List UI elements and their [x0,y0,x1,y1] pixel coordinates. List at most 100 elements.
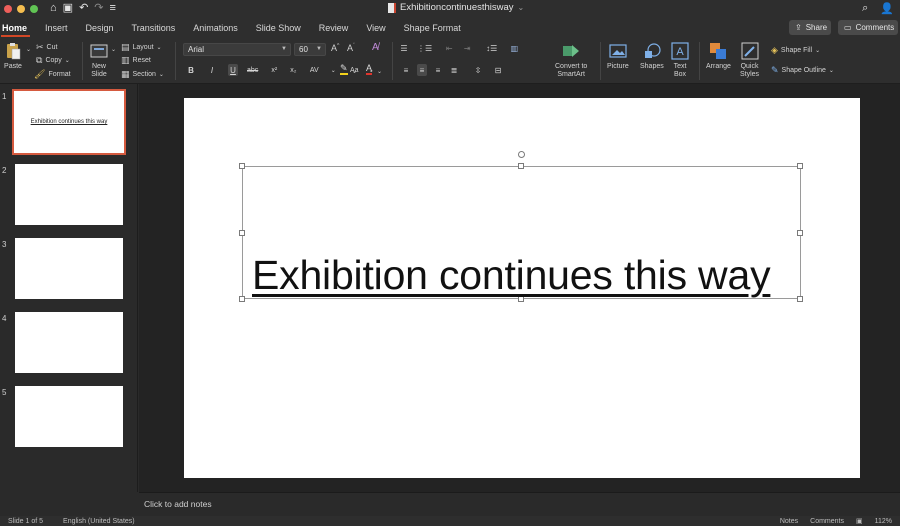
font-name-select[interactable]: Arial ▼ [183,43,291,56]
textbox-button[interactable]: A Text Box [671,42,689,79]
arrange-button[interactable]: Arrange [706,42,731,71]
resize-handle-top-right[interactable] [797,163,803,169]
increase-font-size-icon[interactable]: A^ [331,43,339,53]
bullets-icon[interactable]: ☰ [399,42,409,54]
tab-animations[interactable]: Animations [184,17,247,38]
rotate-handle[interactable] [518,151,525,158]
tab-shape-format[interactable]: Shape Format [395,17,470,38]
tab-slide-show[interactable]: Slide Show [247,17,310,38]
tab-view[interactable]: View [357,17,394,38]
undo-icon[interactable]: ↶ [79,3,88,14]
slide-thumbnail-2[interactable] [15,164,123,225]
clear-formatting-icon[interactable]: A̸ [372,42,379,53]
columns-icon[interactable]: ▥ [509,42,519,54]
slide-thumbnail-4[interactable] [15,312,123,373]
decrease-indent-icon[interactable]: ⇤ [444,42,454,54]
subscript-button[interactable]: x₂ [288,64,298,76]
character-spacing-button[interactable]: AV [309,64,319,76]
slide-thumbnail-1[interactable]: Exhibition continues this way [12,89,126,155]
title-chevron-icon[interactable]: ⌄ [518,3,525,12]
new-slide-button[interactable]: New Slide [90,42,108,79]
slide-thumbnail-3[interactable] [15,238,123,299]
spacing-dropdown-icon[interactable]: ⌄ [328,64,338,76]
tab-transitions[interactable]: Transitions [123,17,185,38]
highlight-dropdown-icon[interactable]: ⌄ [352,68,357,75]
italic-button[interactable]: I [207,64,217,76]
share-button[interactable]: ⇪ Share [789,20,831,35]
align-center-icon[interactable]: ≡ [417,64,427,76]
minimize-window-button[interactable] [17,4,25,13]
tab-insert[interactable]: Insert [36,17,77,38]
notes-pane[interactable]: Click to add notes [139,492,900,516]
comments-toggle[interactable]: Comments [810,518,844,525]
convert-label-2: SmartArt [557,71,585,78]
quick-styles-label-1: Quick [740,63,759,70]
justify-icon[interactable]: ≣ [449,64,459,76]
paste-button[interactable]: Paste [4,42,22,71]
normal-view-icon[interactable]: ▣ [856,517,863,525]
font-size-select[interactable]: 60 ▼ [294,43,326,56]
text-direction-icon[interactable]: ⇳ [473,64,483,76]
customize-toolbar-icon[interactable]: ≡ [110,3,116,14]
numbering-icon[interactable]: ⋮☰ [417,42,432,54]
section-label: Section [132,71,156,78]
notes-toggle[interactable]: Notes [780,518,798,525]
picture-label: Picture [607,63,629,70]
tab-home[interactable]: Home [0,17,36,38]
slide-thumbnail-5[interactable] [15,386,123,447]
underline-button[interactable]: U [228,64,238,76]
highlight-color-icon[interactable]: ✎ [340,64,348,75]
font-color-icon[interactable]: A [366,64,373,75]
slide-title-text[interactable]: Exhibition continues this way [252,252,792,299]
format-painter-button[interactable]: 🖌 Format [34,69,71,80]
strikethrough-button[interactable]: abc [247,64,258,76]
decrease-font-size-icon[interactable]: Aˇ [347,43,355,53]
copy-button[interactable]: ⧉ Copy ⌄ [36,55,70,66]
resize-handle-left[interactable] [239,230,245,236]
resize-handle-bottom-left[interactable] [239,296,245,302]
reset-button[interactable]: ▥ Reset [121,55,151,66]
superscript-button[interactable]: x² [269,64,279,76]
shape-outline-button[interactable]: ✎ Shape Outline ⌄ [771,65,834,76]
quick-styles-button[interactable]: Quick Styles [740,42,759,79]
shape-fill-button[interactable]: ◈ Shape Fill ⌄ [771,45,820,56]
close-window-button[interactable] [4,4,12,13]
align-left-icon[interactable]: ≡ [401,64,411,76]
status-left: Slide 1 of 5 English (United States) [8,518,135,525]
increase-indent-icon[interactable]: ⇥ [462,42,472,54]
resize-handle-top-left[interactable] [239,163,245,169]
home-icon[interactable]: ⌂ [50,3,57,14]
ribbon-tabs: Home Insert Design Transitions Animation… [0,17,900,38]
shapes-button[interactable]: Shapes [640,42,664,71]
resize-handle-top[interactable] [518,163,524,169]
quick-styles-icon [741,42,759,60]
resize-handle-bottom-right[interactable] [797,296,803,302]
chevron-down-icon: ▼ [281,46,287,52]
align-right-icon[interactable]: ≡ [433,64,443,76]
language-indicator[interactable]: English (United States) [63,518,135,525]
paste-dropdown-icon[interactable]: ⌄ [26,46,31,53]
cut-button[interactable]: ✂ Cut [36,42,57,53]
ribbon-separator [392,42,393,80]
redo-icon[interactable]: ↷ [94,3,103,14]
document-title-text: Exhibitioncontinuesthisway [400,2,514,13]
tab-review[interactable]: Review [310,17,358,38]
picture-button[interactable]: Picture [607,42,629,71]
align-text-icon[interactable]: ⊟ [493,64,503,76]
zoom-level[interactable]: 112% [875,518,892,525]
comments-button[interactable]: ▭ Comments [838,20,898,35]
zoom-window-button[interactable] [30,4,38,13]
layout-button[interactable]: ▤ Layout ⌄ [121,42,162,53]
resize-handle-right[interactable] [797,230,803,236]
font-color-dropdown-icon[interactable]: ⌄ [377,68,382,75]
save-icon[interactable]: ▣ [63,3,73,14]
tab-design[interactable]: Design [77,17,123,38]
bold-button[interactable]: B [186,64,196,76]
account-icon[interactable]: 👤 [880,2,894,15]
search-icon[interactable]: ⌕ [862,2,868,15]
section-button[interactable]: ▦ Section ⌄ [121,69,164,80]
convert-smartart-button[interactable]: Convert to SmartArt [555,42,587,79]
line-spacing-icon[interactable]: ↕☰ [486,42,497,54]
new-slide-dropdown-icon[interactable]: ⌄ [111,46,116,53]
ribbon: Paste ⌄ ✂ Cut ⧉ Copy ⌄ 🖌 Format New Slid… [0,38,900,84]
